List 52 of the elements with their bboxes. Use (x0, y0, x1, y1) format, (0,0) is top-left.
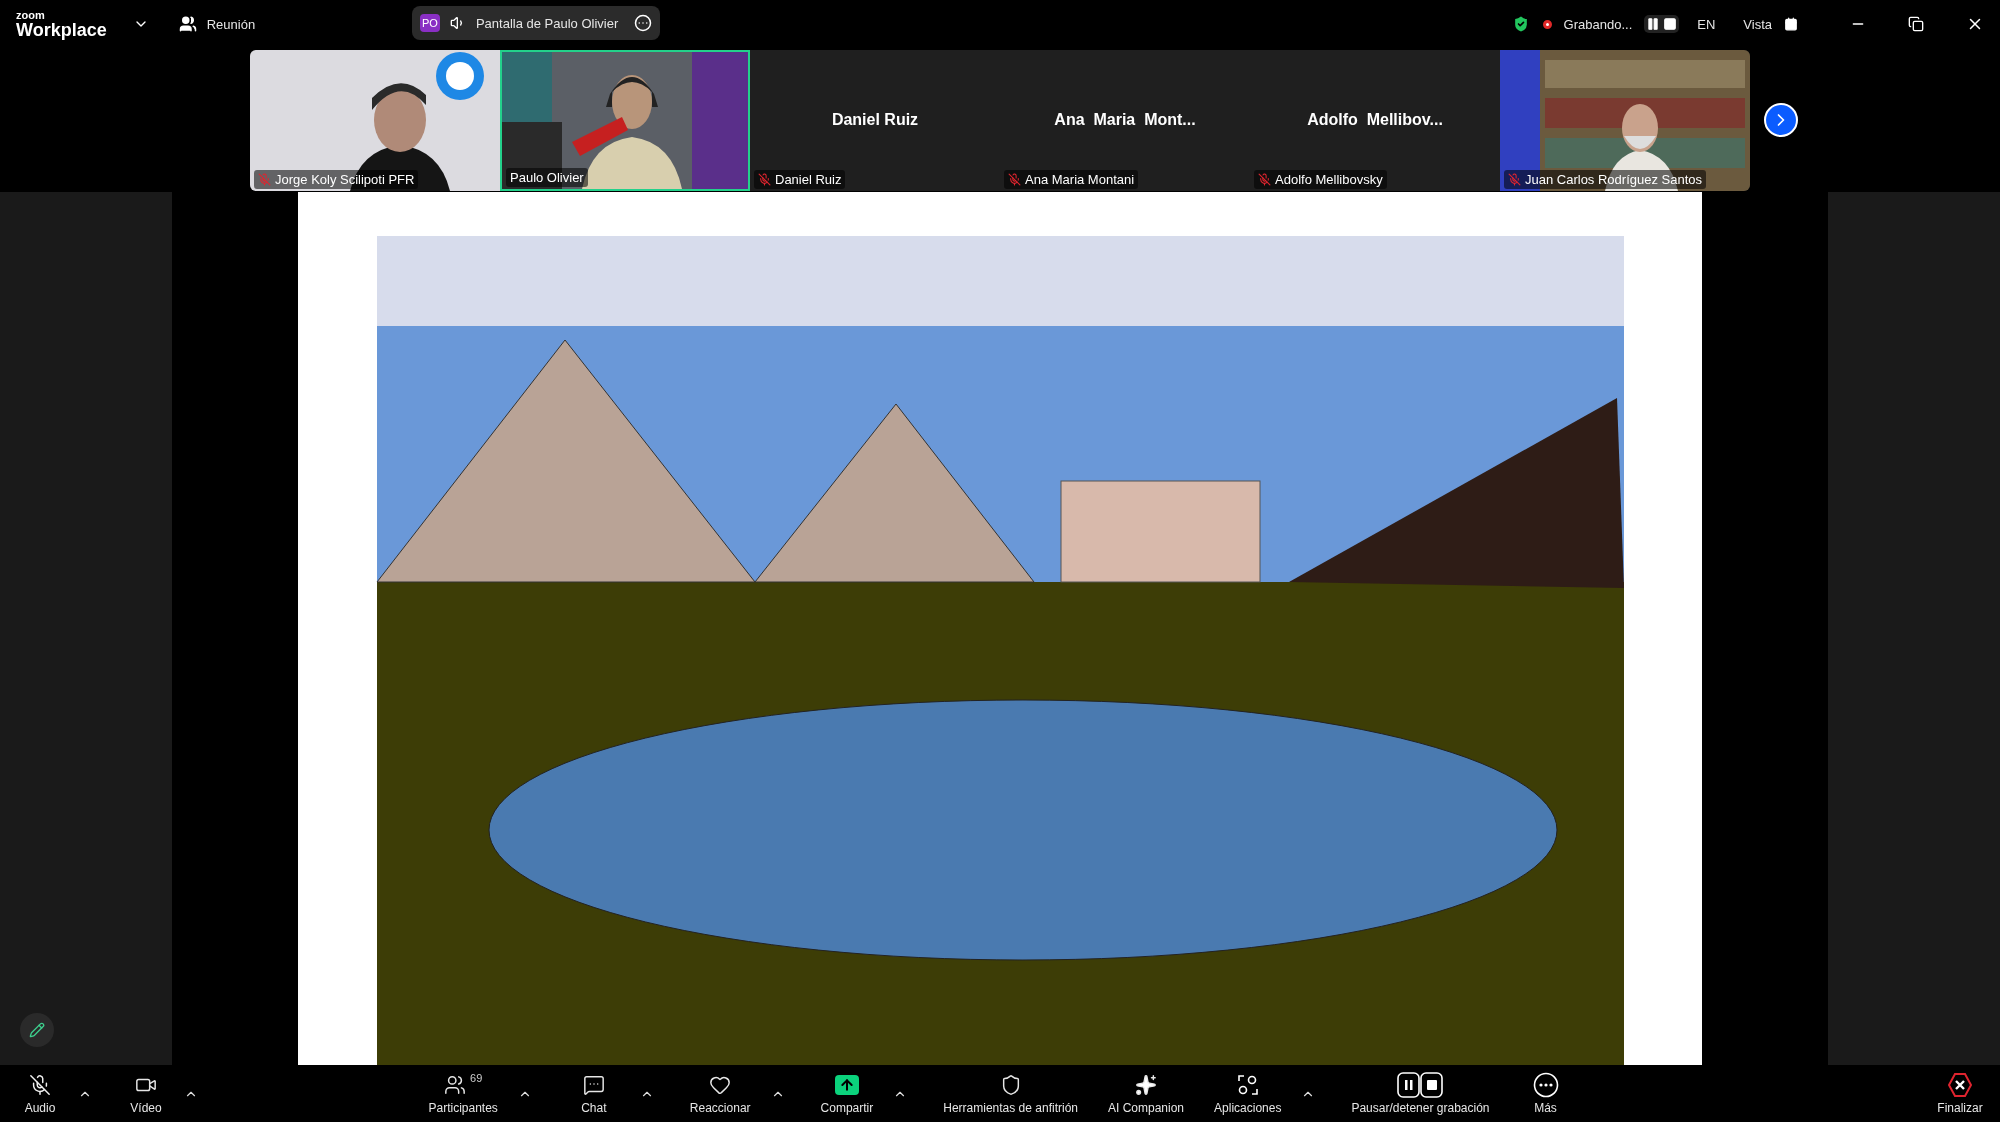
end-button[interactable]: Finalizar (1930, 1070, 1990, 1117)
more-button[interactable]: Más (1515, 1070, 1576, 1117)
app-logo: zoom Workplace (16, 9, 107, 39)
initials-avatar: PO (420, 14, 440, 32)
host-button[interactable]: Herramientas de anfitrión (939, 1070, 1082, 1117)
ai-button[interactable]: AI Companion (1104, 1070, 1189, 1117)
pause-stop-icon (1397, 1072, 1444, 1098)
restore-icon[interactable] (1908, 16, 1924, 32)
video-tile[interactable]: Paulo Olivier (500, 49, 750, 191)
apps-icon (1236, 1074, 1259, 1096)
recording-label: Grabando... (1563, 16, 1633, 32)
participant-label: Jorge Koly Scilipoti PFR (275, 171, 415, 187)
video-tile[interactable]: Jorge Koly Scilipoti PFR (250, 49, 500, 191)
record-button[interactable]: Pausar/detener grabación (1347, 1070, 1494, 1117)
next-page-button[interactable] (1764, 103, 1798, 137)
share-label: Pantalla de Paulo Olivier (475, 15, 619, 31)
heart-icon (709, 1074, 732, 1096)
more-icon (1532, 1072, 1559, 1098)
people-icon (178, 15, 197, 33)
participant-name: Ana Maria Mont... (1054, 111, 1196, 129)
participant-name: Daniel Ruiz (831, 111, 919, 129)
audio-button[interactable]: Audio (10, 1070, 70, 1117)
participants-button[interactable]: 69 Participantes (424, 1070, 502, 1117)
pause-icon[interactable] (1646, 17, 1661, 31)
people-icon (444, 1074, 467, 1096)
chat-icon (582, 1074, 605, 1096)
participant-name: Adolfo Mellibov... (1307, 111, 1443, 129)
meeting-label[interactable]: Reunión (206, 16, 256, 32)
video-tile[interactable]: Juan Carlos Rodríguez Santos (1500, 49, 1750, 191)
video-button[interactable]: Vídeo (116, 1070, 176, 1117)
pencil-icon (29, 1022, 45, 1038)
sparkle-icon (1135, 1074, 1157, 1096)
recording-dot-icon (1542, 19, 1552, 29)
view-button[interactable]: Vista (1743, 16, 1772, 32)
close-icon (1948, 1073, 1972, 1097)
react-button[interactable]: Reaccionar (685, 1070, 755, 1117)
video-tile[interactable]: Daniel Ruiz Daniel Ruiz (750, 49, 1000, 191)
language-button[interactable]: EN (1697, 16, 1716, 32)
participant-label: Adolfo Mellibovsky (1275, 171, 1383, 187)
more-icon[interactable] (634, 14, 652, 32)
video-tile[interactable]: Adolfo Mellibov... Adolfo Mellibovsky (1250, 49, 1500, 191)
chat-button[interactable]: Chat (563, 1070, 624, 1117)
video-tile[interactable]: Ana Maria Mont... Ana Maria Montani (1000, 49, 1250, 191)
apps-button[interactable]: Aplicaciones (1210, 1070, 1286, 1117)
share-button[interactable]: Compartir (816, 1070, 878, 1117)
stop-icon[interactable] (1663, 17, 1678, 31)
annotate-button[interactable] (20, 1013, 54, 1047)
participant-label: Daniel Ruiz (775, 171, 842, 187)
participant-label: Juan Carlos Rodríguez Santos (1525, 171, 1703, 187)
share-indicator[interactable]: PO Pantalla de Paulo Olivier (412, 6, 660, 40)
participant-label: Ana Maria Montani (1025, 171, 1135, 187)
participant-label: Paulo Olivier (510, 169, 584, 185)
